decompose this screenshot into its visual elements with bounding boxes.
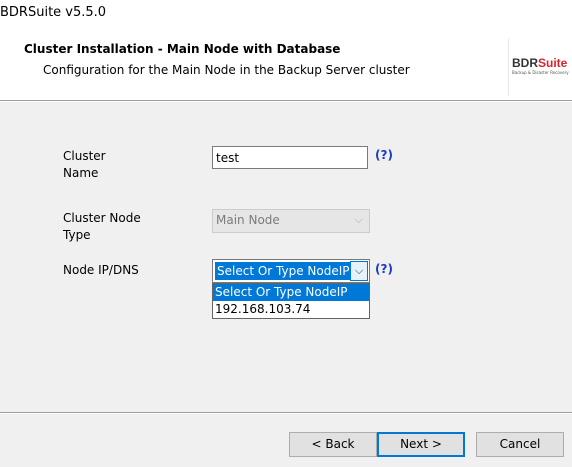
node-ip-value[interactable]: Select Or Type NodeIP xyxy=(215,262,352,280)
cluster-name-input[interactable] xyxy=(212,146,368,169)
title-bar: BDRSuite v5.5.0 xyxy=(0,0,572,28)
footer-divider xyxy=(0,412,572,414)
logo-wordmark: BDRSuite xyxy=(512,56,568,70)
page-title: Cluster Installation - Main Node with Da… xyxy=(24,42,341,56)
dropdown-option[interactable]: Select Or Type NodeIP xyxy=(213,284,369,301)
cluster-node-type-select: Main Node ⌵ xyxy=(212,209,370,233)
next-button[interactable]: Next > xyxy=(377,432,465,457)
dropdown-option[interactable]: 192.168.103.74 xyxy=(213,301,369,318)
node-ip-label: Node IP/DNS xyxy=(63,263,139,277)
chevron-down-icon: ⌵ xyxy=(354,213,363,226)
node-ip-combobox[interactable]: Select Or Type NodeIP ⌵ xyxy=(212,259,370,283)
cluster-name-label: Cluster Name xyxy=(63,149,106,180)
cluster-name-help-icon[interactable]: (?) xyxy=(375,148,393,162)
node-ip-help-icon[interactable]: (?) xyxy=(375,262,393,276)
header-divider xyxy=(0,100,572,102)
chevron-down-icon[interactable]: ⌵ xyxy=(350,261,368,281)
cluster-node-type-label: Cluster Node Type xyxy=(63,211,141,242)
page-subtitle: Configuration for the Main Node in the B… xyxy=(43,63,410,77)
window-title: BDRSuite v5.5.0 xyxy=(0,5,107,20)
logo-tagline: Backup & Disaster Recovery xyxy=(512,70,569,75)
node-ip-dropdown-list: Select Or Type NodeIP 192.168.103.74 xyxy=(212,283,370,319)
wizard-header: Cluster Installation - Main Node with Da… xyxy=(0,28,572,100)
bdrsuite-logo: BDRSuite Backup & Disaster Recovery xyxy=(508,38,572,96)
back-button[interactable]: < Back xyxy=(289,432,377,457)
cancel-button[interactable]: Cancel xyxy=(476,432,564,457)
